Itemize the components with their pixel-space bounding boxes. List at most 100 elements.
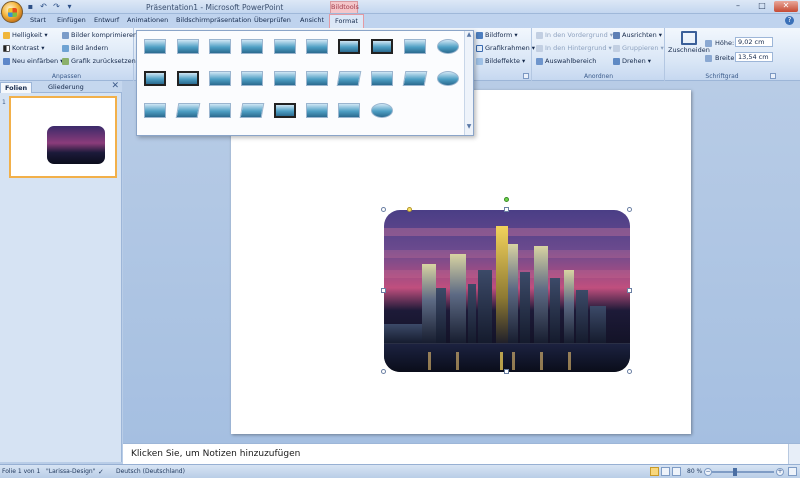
gallery-style[interactable] — [177, 39, 199, 54]
help-icon[interactable]: ? — [785, 16, 794, 25]
resize-handle[interactable] — [627, 207, 632, 212]
zoom-slider[interactable] — [712, 471, 774, 473]
slideshow-icon[interactable] — [672, 467, 681, 476]
gallery-style[interactable] — [239, 103, 265, 118]
gallery-style[interactable] — [209, 103, 231, 118]
width-input[interactable]: 13,54 cm — [735, 52, 773, 62]
gallery-style[interactable] — [371, 71, 393, 86]
gallery-style[interactable] — [402, 71, 428, 86]
gallery-style[interactable] — [338, 103, 360, 118]
scroll-down-icon[interactable]: ▼ — [465, 123, 473, 133]
gallery-style[interactable] — [144, 103, 166, 118]
bilder-komprimieren-button[interactable]: Bilder komprimieren — [62, 31, 137, 39]
bildform-button[interactable]: Bildform ▾ — [476, 31, 518, 39]
kontrast-button[interactable]: Kontrast ▾ — [3, 44, 44, 52]
gruppieren-button[interactable]: Gruppieren ▾ — [613, 44, 664, 52]
scroll-up-icon[interactable]: ▲ — [465, 31, 473, 41]
notes-pane[interactable]: Klicken Sie, um Notizen hinzuzufügen — [123, 443, 800, 465]
gallery-style[interactable] — [437, 39, 459, 54]
tab-ueberpruefen[interactable]: Überprüfen — [254, 16, 291, 24]
gallery-style[interactable] — [144, 71, 166, 86]
gallery-style[interactable] — [371, 39, 393, 54]
resize-handle[interactable] — [381, 207, 386, 212]
helligkeit-label: Helligkeit — [12, 31, 43, 39]
rotation-handle[interactable] — [504, 197, 509, 202]
gallery-style[interactable] — [306, 71, 328, 86]
height-input[interactable]: 9,02 cm — [735, 37, 773, 47]
tab-entwurf[interactable]: Entwurf — [94, 16, 119, 24]
in-den-vordergrund-button[interactable]: In den Vordergrund ▾ — [536, 31, 613, 39]
redo-icon[interactable]: ↷ — [52, 2, 61, 11]
gallery-style[interactable] — [274, 103, 296, 118]
save-icon[interactable]: ▪ — [26, 2, 35, 11]
zoom-level[interactable]: 80 % — [687, 468, 702, 475]
tab-ansicht[interactable]: Ansicht — [300, 16, 324, 24]
customize-icon[interactable]: ▾ — [65, 2, 74, 11]
auswahlbereich-button[interactable]: Auswahlbereich — [536, 57, 596, 65]
ausrichten-button[interactable]: Ausrichten ▾ — [613, 31, 662, 39]
undo-icon[interactable]: ↶ — [39, 2, 48, 11]
bildeffekte-button[interactable]: Bildeffekte ▾ — [476, 57, 525, 65]
gallery-style[interactable] — [404, 39, 426, 54]
notes-placeholder[interactable]: Klicken Sie, um Notizen hinzuzufügen — [131, 449, 300, 459]
gallery-style[interactable] — [371, 103, 393, 118]
fit-to-window-icon[interactable] — [788, 467, 797, 476]
gallery-style[interactable] — [144, 39, 166, 54]
zoom-out-icon[interactable]: − — [704, 468, 712, 476]
bild-aendern-button[interactable]: Bild ändern — [62, 44, 108, 52]
city-skyline-picture[interactable] — [384, 210, 630, 372]
gallery-style[interactable] — [274, 39, 296, 54]
in-den-hintergrund-button[interactable]: In den Hintergrund ▾ — [536, 44, 612, 52]
tab-einfuegen[interactable]: Einfügen — [57, 16, 86, 24]
drehen-button[interactable]: Drehen ▾ — [613, 57, 651, 65]
adjust-handle[interactable] — [407, 207, 412, 212]
minimize-icon[interactable]: – — [726, 1, 750, 12]
grafikrahmen-button[interactable]: Grafikrahmen ▾ — [476, 44, 535, 52]
gallery-style[interactable] — [306, 39, 328, 54]
zuschneiden-button[interactable]: Zuschneiden — [668, 31, 710, 54]
helligkeit-button[interactable]: Helligkeit ▾ — [3, 31, 48, 39]
close-icon[interactable]: ✕ — [774, 1, 798, 12]
zoom-in-icon[interactable]: + — [776, 468, 784, 476]
tab-format[interactable]: Format — [329, 14, 364, 28]
resize-handle[interactable] — [504, 207, 509, 212]
grafik-zuruecksetzen-button[interactable]: Grafik zurücksetzen — [62, 57, 136, 65]
notes-scrollbar[interactable] — [788, 444, 800, 465]
neu-einfaerben-button[interactable]: Neu einfärben ▾ — [3, 57, 63, 65]
tab-gliederung[interactable]: Gliederung — [44, 82, 88, 93]
zoom-slider-thumb[interactable] — [733, 468, 737, 476]
resize-handle[interactable] — [381, 288, 386, 293]
normal-view-icon[interactable] — [650, 467, 659, 476]
slide-sorter-icon[interactable] — [661, 467, 670, 476]
gallery-style[interactable] — [241, 71, 263, 86]
tab-bildschirmpraesentation[interactable]: Bildschirmpräsentation — [176, 16, 251, 24]
change-picture-icon — [62, 44, 69, 52]
gallery-style[interactable] — [209, 71, 231, 86]
tab-folien[interactable]: Folien — [0, 82, 33, 93]
gallery-scrollbar[interactable]: ▲ ▼ — [464, 31, 473, 135]
resize-handle[interactable] — [627, 288, 632, 293]
spellcheck-icon[interactable]: ✓ — [98, 468, 104, 476]
gallery-style[interactable] — [306, 103, 328, 118]
gallery-style[interactable] — [177, 71, 199, 86]
gallery-style[interactable] — [175, 103, 201, 118]
bildformat-dialog-launcher[interactable] — [523, 73, 529, 79]
gallery-style[interactable] — [437, 71, 459, 86]
resize-handle[interactable] — [627, 369, 632, 374]
resize-handle[interactable] — [504, 369, 509, 374]
gallery-style[interactable] — [338, 39, 360, 54]
maximize-icon[interactable]: □ — [750, 1, 774, 12]
gallery-style[interactable] — [336, 71, 362, 86]
gallery-style[interactable] — [274, 71, 296, 86]
close-icon[interactable]: ✕ — [111, 81, 119, 91]
slide-canvas[interactable] — [231, 90, 691, 434]
gallery-style[interactable] — [241, 39, 263, 54]
tab-start[interactable]: Start — [30, 16, 46, 24]
schriftgrad-dialog-launcher[interactable] — [770, 73, 776, 79]
resize-handle[interactable] — [381, 369, 386, 374]
language[interactable]: Deutsch (Deutschland) — [116, 468, 185, 475]
tab-animationen[interactable]: Animationen — [127, 16, 168, 24]
gallery-style[interactable] — [209, 39, 231, 54]
office-button[interactable] — [1, 1, 23, 23]
slide-thumbnail[interactable] — [9, 96, 117, 178]
